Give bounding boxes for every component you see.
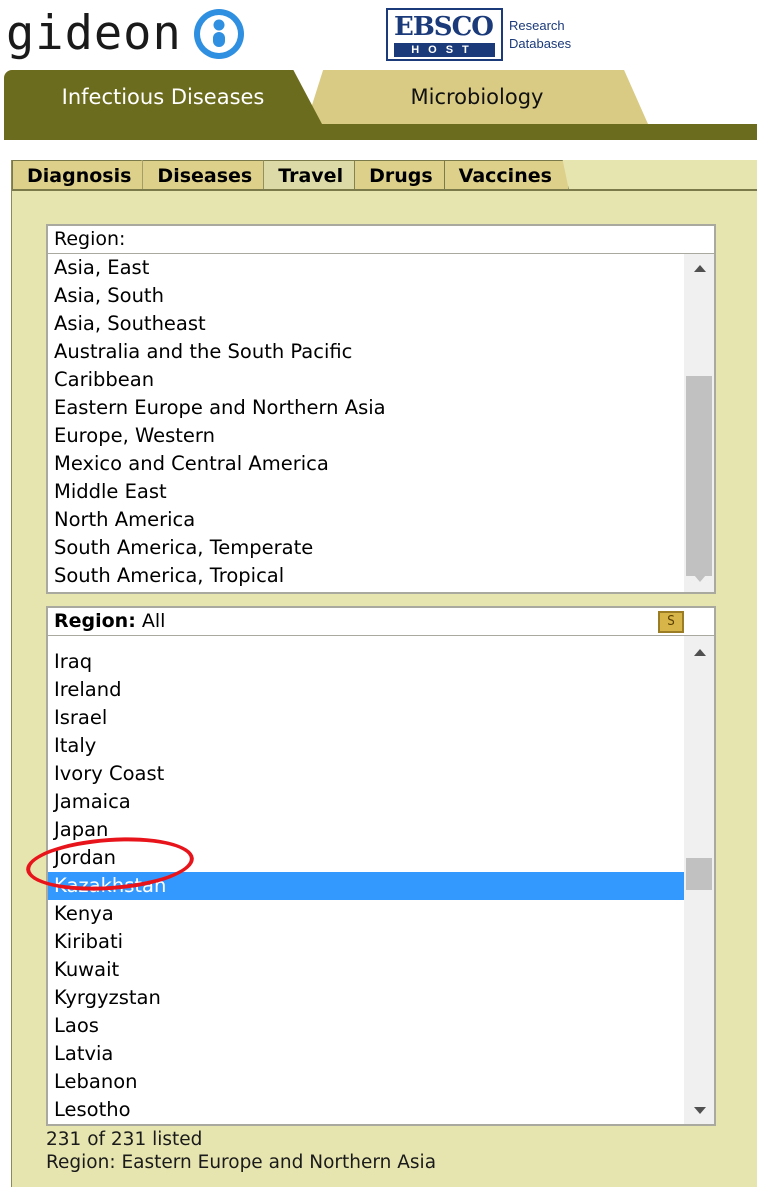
- list-item[interactable]: North America: [48, 506, 684, 534]
- tab-drugs[interactable]: Drugs: [354, 160, 450, 190]
- ebsco-tagline-research: Research: [509, 17, 565, 33]
- ebsco-tagline: Research Databases: [509, 17, 571, 53]
- gideon-person-icon: [193, 9, 244, 59]
- list-item[interactable]: Asia, South: [48, 282, 684, 310]
- country-filter-label: Region:: [54, 610, 136, 632]
- tab-diagnosis[interactable]: Diagnosis: [12, 160, 149, 190]
- sub-tab-divider: [12, 189, 757, 191]
- tab-diseases[interactable]: Diseases: [142, 160, 270, 190]
- list-item[interactable]: Asia, East: [48, 254, 684, 282]
- list-item[interactable]: Caribbean: [48, 366, 684, 394]
- list-item[interactable]: Ireland: [48, 676, 684, 704]
- ebsco-logo-text: EBSCO: [394, 12, 494, 42]
- list-item[interactable]: Israel: [48, 704, 684, 732]
- tab-infectious-diseases[interactable]: Infectious Diseases: [4, 70, 322, 124]
- tab-microbiology-label: Microbiology: [410, 85, 544, 109]
- list-item[interactable]: Kiribati: [48, 928, 684, 956]
- list-item[interactable]: Middle East: [48, 478, 684, 506]
- list-item-selected[interactable]: Kazakhstan: [48, 872, 684, 900]
- list-item[interactable]: Eastern Europe and Northern Asia: [48, 394, 684, 422]
- search-button[interactable]: S: [658, 611, 684, 633]
- region-list: Asia, East Asia, South Asia, Southeast A…: [48, 254, 684, 590]
- list-item[interactable]: Jamaica: [48, 788, 684, 816]
- list-item[interactable]: Laos: [48, 1012, 684, 1040]
- content-panel: Diagnosis Diseases Travel Drugs Vaccines…: [11, 160, 757, 1187]
- scrollbar-thumb[interactable]: [686, 858, 712, 890]
- ebsco-host-mark: EBSCO HOST: [386, 8, 503, 61]
- region-listbox-heading: Region:: [48, 226, 714, 254]
- scroll-up-arrow-icon[interactable]: [684, 638, 714, 666]
- main-tab-bar: [4, 124, 757, 140]
- list-item[interactable]: Lesotho: [48, 1096, 684, 1124]
- list-item[interactable]: Jordan: [48, 844, 684, 872]
- country-scrollbar[interactable]: [684, 636, 714, 1124]
- country-filter-value: All: [141, 610, 166, 632]
- region-scrollbar[interactable]: [684, 254, 714, 592]
- list-item[interactable]: Europe, Western: [48, 422, 684, 450]
- ebsco-host-text: HOST: [394, 43, 495, 57]
- list-item[interactable]: South America, Temperate: [48, 534, 684, 562]
- list-item[interactable]: Lebanon: [48, 1068, 684, 1096]
- list-item[interactable]: Iraq: [48, 648, 684, 676]
- sub-tab-bar: Diagnosis Diseases Travel Drugs Vaccines: [12, 160, 757, 190]
- list-item[interactable]: Ivory Coast: [48, 760, 684, 788]
- tab-travel[interactable]: Travel: [263, 160, 361, 190]
- tab-vaccines[interactable]: Vaccines: [443, 160, 569, 190]
- list-item[interactable]: Mexico and Central America: [48, 450, 684, 478]
- tab-infectious-diseases-label: Infectious Diseases: [61, 85, 265, 109]
- country-listbox[interactable]: Region: All S Iraq Ireland Israel Italy …: [46, 606, 716, 1126]
- scroll-down-arrow-icon[interactable]: [684, 564, 714, 592]
- selected-region-text: Region: Eastern Europe and Northern Asia: [46, 1152, 437, 1173]
- list-item[interactable]: Kenya: [48, 900, 684, 928]
- region-listbox[interactable]: Region: Asia, East Asia, South Asia, Sou…: [46, 224, 716, 594]
- tab-microbiology[interactable]: Microbiology: [306, 70, 648, 124]
- list-item[interactable]: Kuwait: [48, 956, 684, 984]
- list-item[interactable]: South America, Tropical: [48, 562, 684, 590]
- gideon-logo-text: gideon: [6, 6, 182, 61]
- list-item[interactable]: Japan: [48, 816, 684, 844]
- scroll-up-arrow-icon[interactable]: [684, 254, 714, 282]
- ebsco-tagline-databases: Databases: [509, 35, 572, 51]
- country-listbox-heading: Region: All: [48, 608, 714, 636]
- country-list: Iraq Ireland Israel Italy Ivory Coast Ja…: [48, 648, 684, 1124]
- scrollbar-thumb[interactable]: [686, 376, 712, 576]
- list-item[interactable]: Italy: [48, 732, 684, 760]
- list-item[interactable]: Asia, Southeast: [48, 310, 684, 338]
- gideon-logo[interactable]: gideon: [6, 4, 246, 64]
- list-item[interactable]: Kyrgyzstan: [48, 984, 684, 1012]
- list-item[interactable]: Australia and the South Pacific: [48, 338, 684, 366]
- list-item[interactable]: Latvia: [48, 1040, 684, 1068]
- scroll-down-arrow-icon[interactable]: [684, 1096, 714, 1124]
- ebsco-logo[interactable]: EBSCO HOST Research Databases: [386, 8, 571, 61]
- list-count-text: 231 of 231 listed: [46, 1129, 203, 1150]
